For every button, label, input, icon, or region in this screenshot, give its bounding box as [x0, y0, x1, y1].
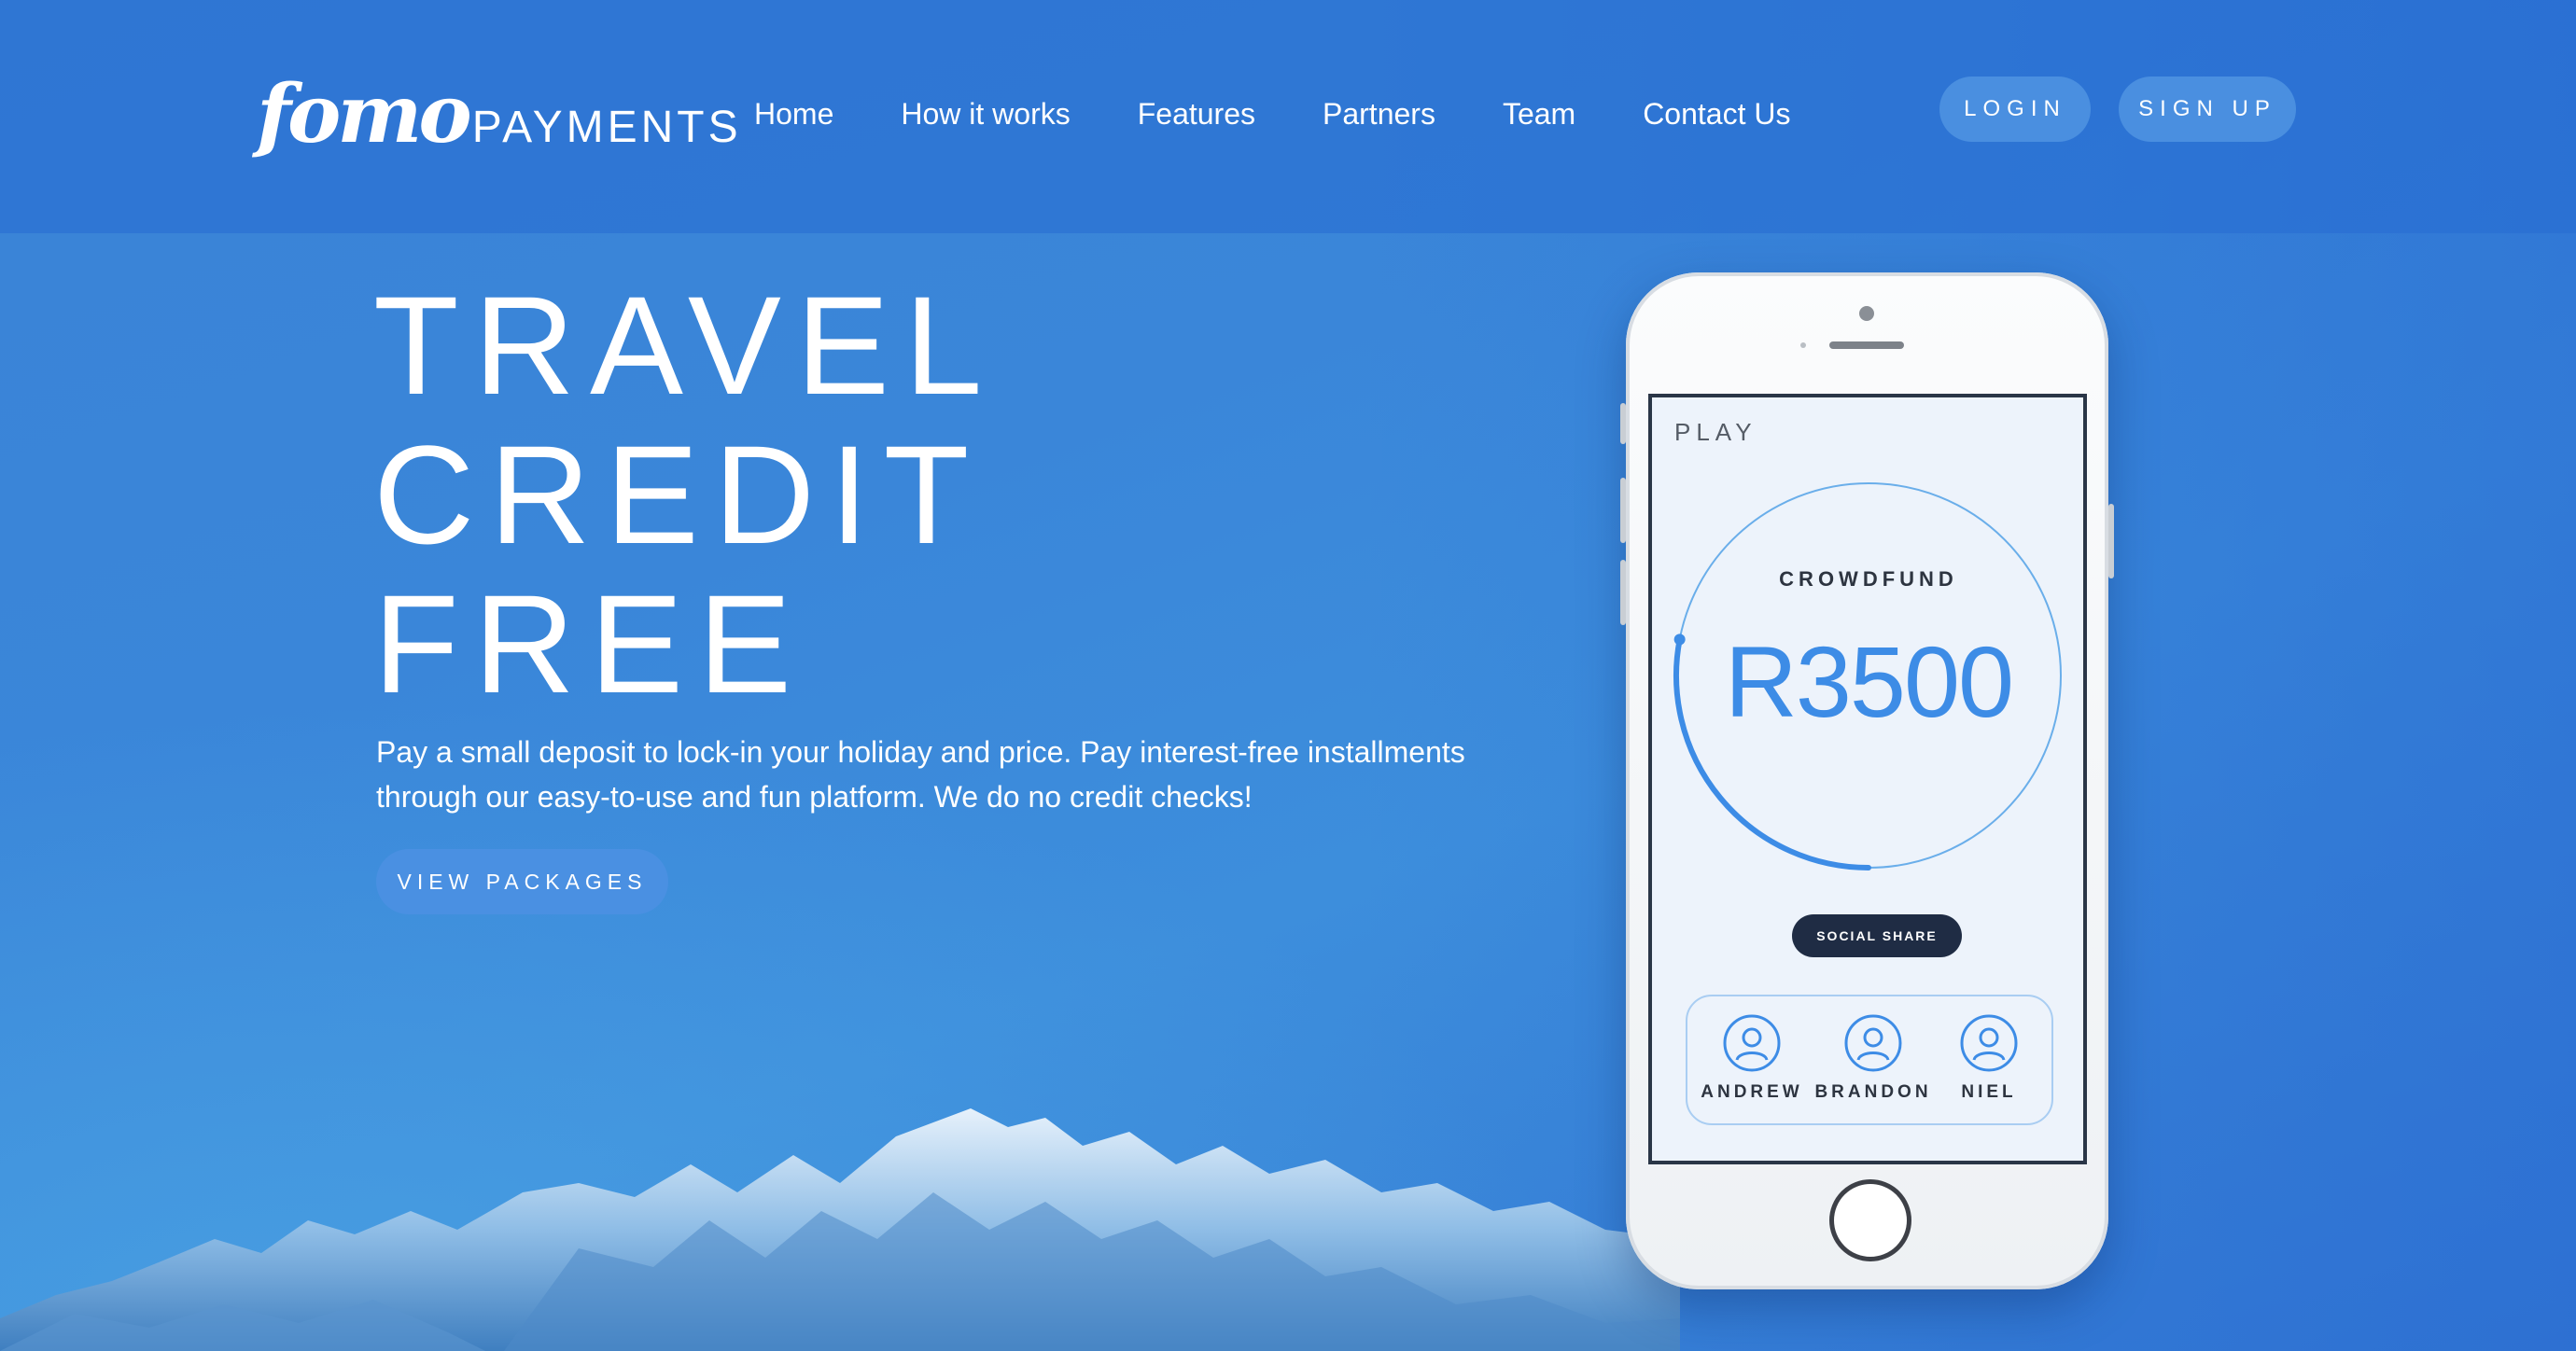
phone-power-button: [2108, 504, 2114, 578]
nav-features[interactable]: Features: [1138, 93, 1255, 134]
nav-partners[interactable]: Partners: [1323, 93, 1435, 134]
crowdfund-label: CROWDFUND: [1779, 567, 1958, 591]
friend-name: NIEL: [1961, 1082, 2017, 1102]
phone-mockup: PLAY CROWDFUND R3500 SOCIAL SHARE ANDREW: [1620, 272, 2114, 1289]
hero-line-travel: TRAVEL: [373, 267, 998, 424]
brand-logo-script: fomo: [257, 67, 472, 161]
phone-home-button[interactable]: [1829, 1179, 1911, 1261]
crowdfund-amount: R3500: [1724, 625, 2014, 738]
nav-contact-us[interactable]: Contact Us: [1643, 93, 1790, 134]
friend-brandon[interactable]: BRANDON: [1813, 1013, 1934, 1103]
screen-title: PLAY: [1674, 418, 1757, 446]
user-icon: [1844, 1014, 1902, 1072]
brand-logo-word: PAYMENTS: [471, 103, 742, 152]
sign-up-button[interactable]: SIGN UP: [2119, 77, 2296, 142]
nav-team[interactable]: Team: [1503, 93, 1575, 134]
friend-andrew[interactable]: ANDREW: [1691, 1013, 1813, 1103]
nav-home[interactable]: Home: [754, 93, 833, 134]
friend-name: BRANDON: [1814, 1082, 1932, 1102]
user-icon: [1960, 1014, 2018, 1072]
phone-mute-switch: [1620, 403, 1626, 444]
social-share-button[interactable]: SOCIAL SHARE: [1792, 914, 1962, 957]
hero-description: Pay a small deposit to lock-in your holi…: [376, 735, 1465, 814]
brand-logo[interactable]: fomo PAYMENTS: [257, 67, 742, 161]
login-button[interactable]: LOGIN: [1939, 77, 2091, 142]
phone-volume-down: [1620, 560, 1626, 625]
phone-speaker: [1829, 341, 1904, 349]
user-icon: [1723, 1014, 1781, 1072]
top-navbar: fomo PAYMENTS Home How it works Features…: [0, 0, 2576, 233]
nav-how-it-works[interactable]: How it works: [901, 93, 1070, 134]
friend-niel[interactable]: NIEL: [1928, 1013, 2050, 1103]
hero-line-credit: CREDIT: [373, 416, 985, 573]
main-nav: Home How it works Features Partners Team…: [754, 93, 1790, 134]
hero-headline: TRAVEL CREDIT FREE: [373, 271, 997, 718]
mountain-image: [0, 1108, 1680, 1351]
phone-volume-up: [1620, 478, 1626, 543]
friend-name: ANDREW: [1701, 1082, 1803, 1102]
phone-screen: PLAY CROWDFUND R3500 SOCIAL SHARE ANDREW: [1648, 394, 2087, 1164]
phone-sensor: [1800, 342, 1806, 348]
hero-line-free: FREE: [373, 565, 807, 722]
friends-list: ANDREW BRANDON NIEL: [1686, 995, 2053, 1125]
view-packages-button[interactable]: VIEW PACKAGES: [376, 849, 668, 914]
phone-camera: [1859, 306, 1874, 321]
